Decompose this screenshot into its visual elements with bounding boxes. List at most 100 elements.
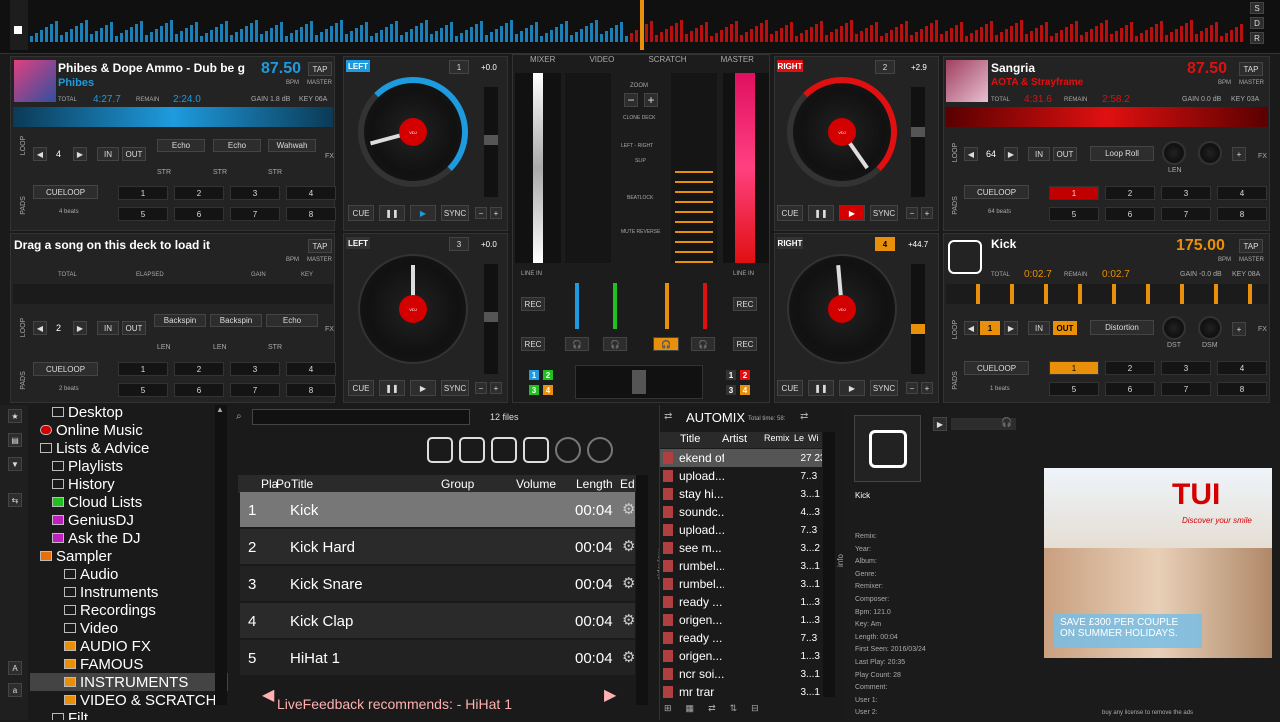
deck-4-pad-6[interactable]: 6: [1105, 382, 1155, 396]
tree-item-ask-the-dj[interactable]: Ask the DJ: [30, 529, 228, 547]
crossfader-right-deck-1[interactable]: 1: [726, 370, 736, 380]
deck-1-tap-button[interactable]: TAP: [308, 62, 332, 76]
automix-row[interactable]: see m... 3...2: [660, 539, 822, 557]
crossfader-deck-4-left[interactable]: 4: [543, 385, 553, 395]
tree-item-filter[interactable]: Filt: [30, 709, 228, 720]
deck-3-pad-5[interactable]: 5: [118, 383, 168, 397]
deck-3-jogwheel[interactable]: VDJ: [358, 254, 468, 364]
tab-master[interactable]: MASTER: [721, 55, 754, 69]
deck-1-pad-8[interactable]: 8: [286, 207, 336, 221]
deck-1-sync-button[interactable]: SYNC: [441, 205, 469, 221]
tree-item-instruments-selected[interactable]: INSTRUMENTS: [30, 673, 228, 691]
deck-3-pause-button[interactable]: ❚❚: [379, 380, 405, 396]
headphones-4-icon[interactable]: 🎧: [653, 337, 679, 351]
deck-4-out-button[interactable]: OUT: [1053, 321, 1077, 335]
deck-2-pitch-plus[interactable]: +: [921, 207, 933, 219]
search-input[interactable]: [252, 409, 470, 425]
deck-4-loop-next[interactable]: ▶: [1004, 321, 1018, 335]
col-remix[interactable]: Remix: [764, 433, 790, 443]
deck-2-cue-button[interactable]: CUE: [777, 205, 803, 221]
add-icon[interactable]: ⊞: [664, 703, 672, 717]
deck-1-pad-4[interactable]: 4: [286, 186, 336, 200]
gear-icon[interactable]: ⚙: [622, 611, 635, 629]
info-tab[interactable]: info: [836, 554, 845, 567]
deck-3-fx2-select[interactable]: Backspin: [210, 314, 262, 327]
deck-1-fx2-select[interactable]: Echo: [213, 139, 261, 152]
deck-4-pad-1[interactable]: 1: [1049, 361, 1099, 375]
deck-2-pad-2[interactable]: 2: [1105, 186, 1155, 200]
tab-mixer[interactable]: MIXER: [530, 55, 555, 69]
deck-1-pad-7[interactable]: 7: [230, 207, 280, 221]
deck-3-tap-button[interactable]: TAP: [308, 239, 332, 253]
tree-item-history[interactable]: History: [30, 475, 228, 493]
deck-3-fx3-select[interactable]: Echo: [266, 314, 318, 327]
deck-2-number-button[interactable]: 2: [875, 60, 895, 74]
automix-mode-icon[interactable]: ⇄: [800, 411, 808, 422]
cymbal-icon[interactable]: [587, 437, 613, 463]
col-length[interactable]: Le: [794, 433, 804, 443]
waveform-left-control[interactable]: [10, 0, 28, 50]
s-button[interactable]: S: [1250, 2, 1264, 14]
headphones-3-icon[interactable]: 🎧: [603, 337, 627, 351]
automix-row[interactable]: ekend offi 27 23: [660, 449, 822, 467]
gear-icon[interactable]: ⚙: [622, 500, 635, 518]
deck-1-number-button[interactable]: 1: [449, 60, 469, 74]
deck-1-loop-next[interactable]: ▶: [73, 147, 87, 161]
deck-4-pad-4[interactable]: 4: [1217, 361, 1267, 375]
col-group[interactable]: Group: [441, 477, 474, 491]
tree-item-sampler[interactable]: Sampler: [30, 547, 228, 565]
deck-1-cue-button[interactable]: CUE: [348, 205, 374, 221]
volume-fader-3[interactable]: [613, 283, 617, 329]
volume-fader-1[interactable]: [575, 283, 579, 329]
tree-item-famous[interactable]: FAMOUS: [30, 655, 228, 673]
deck-3-pad-7[interactable]: 7: [230, 383, 280, 397]
deck-4-number-button[interactable]: 4: [875, 237, 895, 251]
deck-3-cueloop-select[interactable]: CUELOOP: [33, 362, 98, 376]
crossfader-right-deck-2[interactable]: 2: [740, 370, 750, 380]
deck-3-pad-3[interactable]: 3: [230, 362, 280, 376]
table-row[interactable]: 3 Kick Snare 00:04 ⚙: [240, 566, 635, 601]
tab-scratch[interactable]: SCRATCH: [648, 55, 686, 69]
deck-4-tap-button[interactable]: TAP: [1239, 239, 1263, 253]
deck-3-pad-6[interactable]: 6: [174, 383, 224, 397]
automix-row[interactable]: soundc... 4...3: [660, 503, 822, 521]
deck-1-pad-1[interactable]: 1: [118, 186, 168, 200]
gear-icon[interactable]: ⚙: [622, 574, 635, 592]
back-icon[interactable]: ⇆: [8, 493, 22, 507]
deck-4-pitch-slider[interactable]: [911, 264, 925, 374]
font-size-large-icon[interactable]: A: [8, 661, 22, 675]
tab-video[interactable]: VIDEO: [589, 55, 614, 69]
table-row[interactable]: 4 Kick Clap 00:04 ⚙: [240, 603, 635, 638]
zoom-out-button[interactable]: −: [624, 93, 638, 107]
deck-2-cueloop-select[interactable]: CUELOOP: [964, 185, 1029, 199]
deck-2-pitch-slider[interactable]: [911, 87, 925, 197]
deck-2-fx-select[interactable]: Loop Roll: [1090, 146, 1154, 161]
table-row[interactable]: 1 Kick 00:04 ⚙: [240, 492, 635, 527]
deck-2-pad-4[interactable]: 4: [1217, 186, 1267, 200]
crossfader-right-deck-4[interactable]: 4: [740, 385, 750, 395]
deck-3-loop-next[interactable]: ▶: [73, 321, 87, 335]
volume-fader-2[interactable]: [703, 283, 707, 329]
drum-icon[interactable]: [459, 437, 485, 463]
deck-2-pad-1[interactable]: 1: [1049, 186, 1099, 200]
tree-item-playlists[interactable]: Playlists: [30, 457, 228, 475]
deck-1-pad-5[interactable]: 5: [118, 207, 168, 221]
deck-3-number-button[interactable]: 3: [449, 237, 469, 251]
automix-scrollbar[interactable]: [823, 432, 835, 697]
deck-2-fx-knob[interactable]: [1162, 141, 1186, 165]
col-title[interactable]: Title: [680, 433, 700, 445]
automix-row[interactable]: upload... 7..3: [660, 521, 822, 539]
font-size-small-icon[interactable]: a: [8, 683, 22, 697]
deck-4-pitch-minus[interactable]: −: [906, 382, 918, 394]
table-row[interactable]: 5 HiHat 1 00:04 ⚙: [240, 640, 635, 675]
deck-1-pitch-slider[interactable]: [484, 87, 498, 197]
deck-4-pad-5[interactable]: 5: [1049, 382, 1099, 396]
deck-3-pitch-plus[interactable]: +: [490, 382, 502, 394]
deck-4-waveform[interactable]: [946, 284, 1268, 304]
deck-1-pad-6[interactable]: 6: [174, 207, 224, 221]
deck-3-waveform[interactable]: [13, 284, 333, 304]
automix-row[interactable]: rumbel... 3...1: [660, 557, 822, 575]
drum-icon[interactable]: [523, 437, 549, 463]
deck-2-loop-prev[interactable]: ◀: [964, 147, 978, 161]
deck-1-play-button[interactable]: ▶: [410, 205, 436, 221]
